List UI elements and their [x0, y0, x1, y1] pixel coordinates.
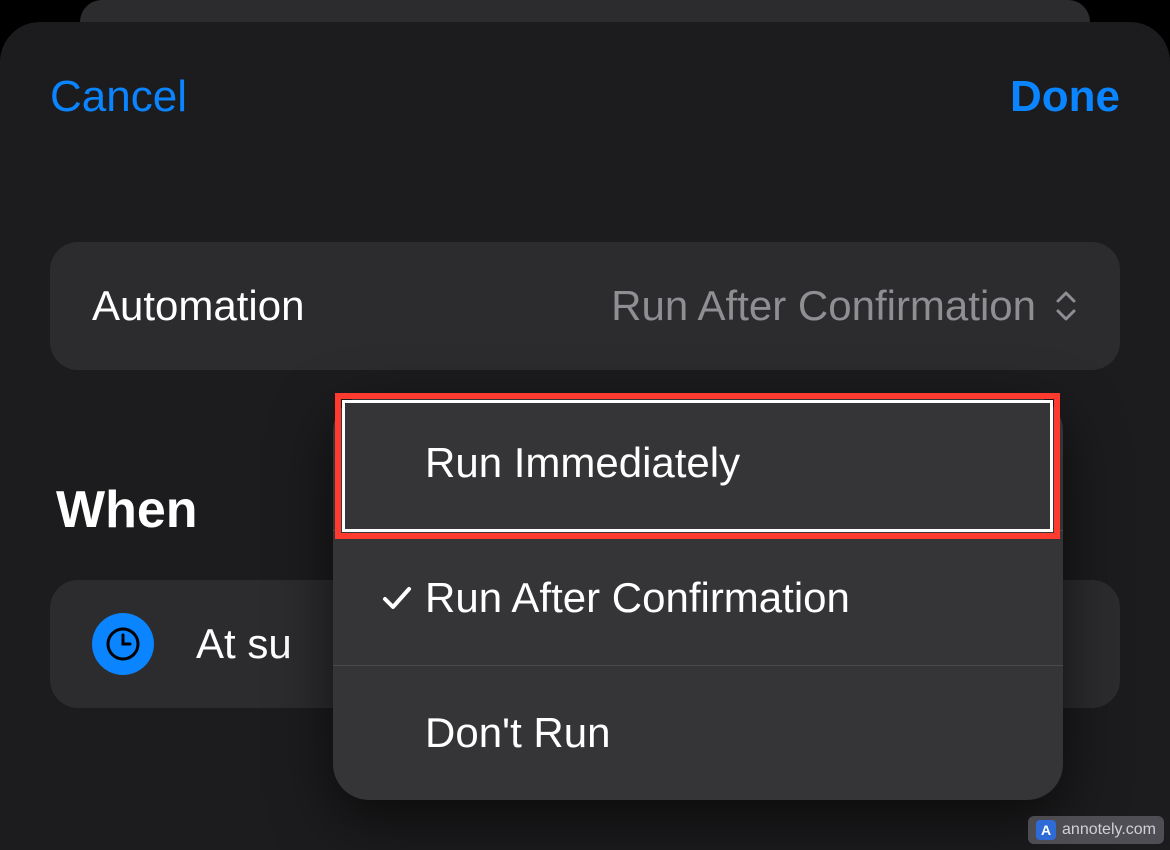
dropdown-option-dont-run[interactable]: Don't Run [333, 665, 1063, 800]
up-down-chevron-icon [1054, 291, 1078, 321]
cancel-button[interactable]: Cancel [50, 72, 187, 122]
watermark-text: annotely.com [1062, 821, 1156, 839]
sheet-header: Cancel Done [50, 72, 1120, 122]
automation-label: Automation [92, 282, 304, 330]
done-button[interactable]: Done [1010, 72, 1120, 122]
clock-icon [92, 613, 154, 675]
when-trigger-text: At su [196, 620, 292, 668]
annotely-logo-icon: A [1036, 820, 1056, 840]
automation-value-wrap: Run After Confirmation [304, 282, 1078, 330]
checkmark-icon [373, 581, 421, 615]
automation-row-group: Automation Run After Confirmation [50, 242, 1120, 370]
annotely-watermark: A annotely.com [1028, 816, 1164, 844]
dropdown-option-label: Run Immediately [425, 439, 740, 487]
background-sheet-hint [80, 0, 1090, 22]
dropdown-option-run-immediately[interactable]: Run Immediately [333, 395, 1063, 530]
dropdown-option-run-after-confirmation[interactable]: Run After Confirmation [333, 530, 1063, 665]
dropdown-option-label: Run After Confirmation [425, 574, 850, 622]
automation-row[interactable]: Automation Run After Confirmation [50, 242, 1120, 370]
automation-value: Run After Confirmation [611, 282, 1036, 330]
dropdown-option-label: Don't Run [425, 709, 610, 757]
automation-dropdown-popover: Run Immediately Run After Confirmation D… [333, 395, 1063, 800]
